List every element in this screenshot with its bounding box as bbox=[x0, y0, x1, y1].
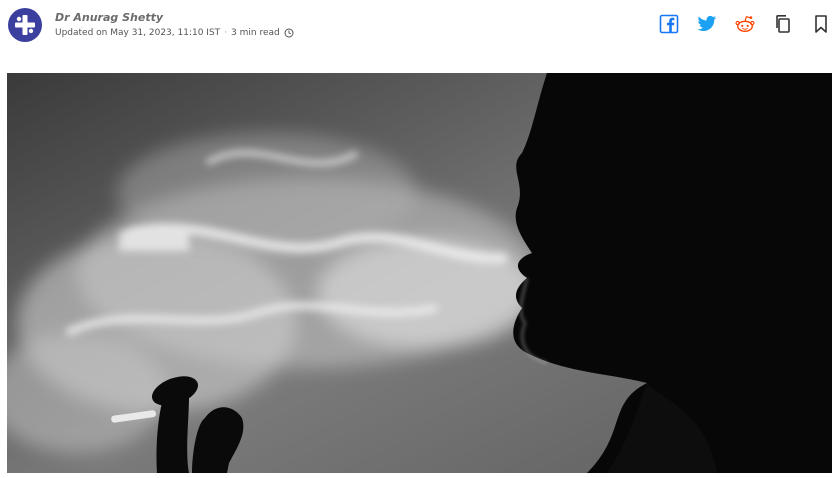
bookmark-icon bbox=[815, 15, 827, 33]
updated-date: Updated on May 31, 2023, 11:10 IST bbox=[55, 28, 221, 38]
author-avatar[interactable] bbox=[8, 8, 42, 42]
article-header: Dr Anurag Shetty Updated on May 31, 2023… bbox=[0, 0, 837, 60]
facebook-share-button[interactable] bbox=[659, 14, 679, 34]
clock-icon bbox=[284, 28, 294, 38]
reddit-icon bbox=[735, 16, 755, 32]
meta-separator: · bbox=[224, 28, 228, 38]
read-time: 3 min read bbox=[231, 28, 280, 38]
bookmark-button[interactable] bbox=[811, 14, 831, 34]
twitter-icon bbox=[697, 15, 717, 31]
logo-plus-icon bbox=[15, 15, 35, 35]
author-name[interactable]: Dr Anurag Shetty bbox=[55, 11, 163, 24]
reddit-share-button[interactable] bbox=[735, 14, 755, 34]
twitter-share-button[interactable] bbox=[697, 14, 717, 34]
hero-image bbox=[7, 73, 832, 473]
facebook-icon bbox=[659, 14, 679, 34]
smoking-silhouette-photo bbox=[7, 73, 832, 473]
share-bar bbox=[659, 14, 831, 34]
article-meta: Updated on May 31, 2023, 11:10 IST · 3 m… bbox=[55, 28, 294, 38]
copy-icon bbox=[776, 15, 790, 33]
copy-link-button[interactable] bbox=[773, 14, 793, 34]
